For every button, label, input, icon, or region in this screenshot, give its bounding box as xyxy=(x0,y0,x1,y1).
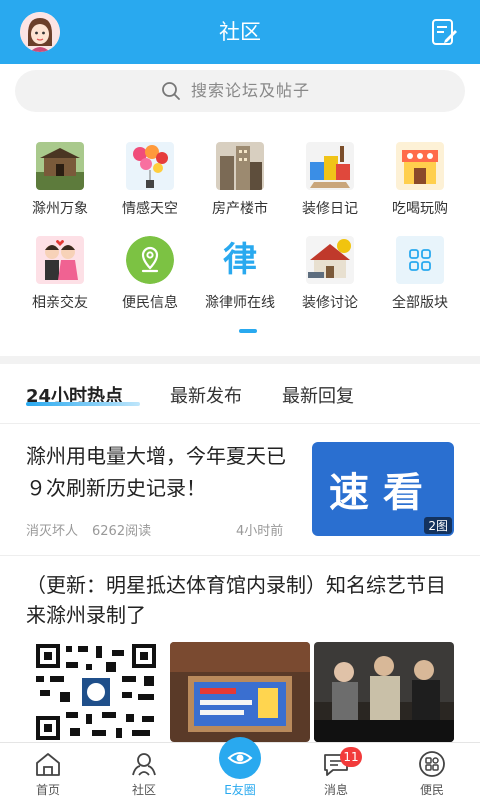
qr-code-image[interactable] xyxy=(26,642,166,742)
nav-services[interactable]: 便民 xyxy=(384,743,480,800)
balloons-icon xyxy=(126,142,174,190)
grid-icon xyxy=(396,236,444,284)
page-title: 社区 xyxy=(219,20,261,44)
nav-home[interactable]: 首页 xyxy=(0,743,96,800)
nav-label: 社区 xyxy=(131,783,156,797)
forum-item-bianmin-xinxi[interactable]: 便民信息 xyxy=(102,224,198,314)
forum-item-fangchan-loushi[interactable]: 房产楼市 xyxy=(192,130,288,220)
pager-indicator-active xyxy=(239,329,257,333)
image-count-badge: 2图 xyxy=(424,517,452,534)
post-card[interactable]: （更新：明星抵达体育馆内录制）知名综艺节目来滁州录制了 xyxy=(0,558,480,742)
shopping-food-icon xyxy=(396,142,444,190)
search-input[interactable]: 搜索论坛及帖子 xyxy=(15,70,465,112)
forum-item-label: 装修讨论 xyxy=(302,295,358,311)
forum-item-chihe-wangou[interactable]: 吃喝玩购 xyxy=(372,130,468,220)
forum-item-chuzhou-wanxiang[interactable]: 滁州万象 xyxy=(12,130,108,220)
header-bar: 社区 xyxy=(0,0,480,64)
feed-tabs: 24小时热点 最新发布 最新回复 xyxy=(0,364,480,424)
house-tools-icon xyxy=(306,236,354,284)
post-title[interactable]: 滁州用电量大增，今年夏天已９次刷新历史记录！ xyxy=(26,440,296,504)
compose-post-icon[interactable] xyxy=(430,18,458,46)
couple-icon xyxy=(36,236,84,284)
post-time: 4小时前 xyxy=(236,524,284,539)
forum-item-label: 便民信息 xyxy=(122,295,178,311)
home-icon xyxy=(36,753,60,776)
forum-item-xiangqin-jiaoyou[interactable]: 相亲交友 xyxy=(12,224,108,314)
nav-label: 便民 xyxy=(419,783,444,797)
forum-item-quanbu-bankuai[interactable]: 全部版块 xyxy=(372,224,468,314)
forum-item-label: 吃喝玩购 xyxy=(392,201,448,217)
nav-label: E友圈 xyxy=(224,783,256,797)
location-pin-icon xyxy=(126,236,174,284)
active-tab-indicator xyxy=(26,402,140,406)
buildings-icon xyxy=(216,142,264,190)
paint-cans-icon xyxy=(306,142,354,190)
forum-item-zhuangxiu-taolun[interactable]: 装修讨论 xyxy=(282,224,378,314)
forum-item-label: 全部版块 xyxy=(392,295,448,311)
post-photo[interactable] xyxy=(314,642,454,742)
city-gate-icon xyxy=(36,142,84,190)
post-title[interactable]: （更新：明星抵达体育馆内录制）知名综艺节目来滁州录制了 xyxy=(26,570,462,630)
nav-messages[interactable]: 11 消息 xyxy=(288,743,384,800)
community-icon xyxy=(132,753,156,776)
section-divider xyxy=(0,356,480,364)
search-section: 搜索论坛及帖子 xyxy=(0,64,480,118)
forum-item-label: 滁律师在线 xyxy=(205,295,275,311)
nav-community[interactable]: 社区 xyxy=(96,743,192,800)
tab-latest-replies[interactable]: 最新回复 xyxy=(282,382,354,408)
nav-label: 首页 xyxy=(35,783,60,797)
forum-item-zhuangxiu-riji[interactable]: 装修日记 xyxy=(282,130,378,220)
post-card[interactable]: 滁州用电量大增，今年夏天已９次刷新历史记录！ 消灭坏人 6262阅读 4小时前 … xyxy=(0,424,480,556)
post-photo[interactable] xyxy=(170,642,310,742)
forum-item-label: 情感天空 xyxy=(122,201,178,217)
tab-latest-posts[interactable]: 最新发布 xyxy=(170,382,242,408)
nav-label: 消息 xyxy=(323,783,348,797)
law-glyph: 律 xyxy=(223,240,257,280)
thumbnail-text: 速看 xyxy=(329,470,437,516)
post-thumbnail[interactable]: 速看 2图 xyxy=(312,442,454,536)
forum-item-label: 装修日记 xyxy=(302,201,358,217)
search-icon xyxy=(162,82,180,100)
forum-item-label: 房产楼市 xyxy=(212,201,268,217)
law-character-icon: 律 xyxy=(216,236,264,284)
forum-item-lvshi-zaixian[interactable]: 律 滁律师在线 xyxy=(192,224,288,314)
post-author: 消灭坏人 xyxy=(26,524,79,539)
eye-circle-icon xyxy=(219,737,261,779)
post-read-count: 6262阅读 xyxy=(92,524,152,539)
services-grid-icon xyxy=(419,751,445,777)
forum-item-qinggan-tiankong[interactable]: 情感天空 xyxy=(102,130,198,220)
forum-item-label: 相亲交友 xyxy=(32,295,88,311)
nav-e-friends[interactable]: E友圈 xyxy=(192,737,288,800)
forum-item-label: 滁州万象 xyxy=(32,201,88,217)
unread-badge: 11 xyxy=(340,747,362,767)
bottom-navigation: 首页 社区 E友圈 11 消息 便民 xyxy=(0,737,480,800)
search-placeholder: 搜索论坛及帖子 xyxy=(191,81,311,100)
